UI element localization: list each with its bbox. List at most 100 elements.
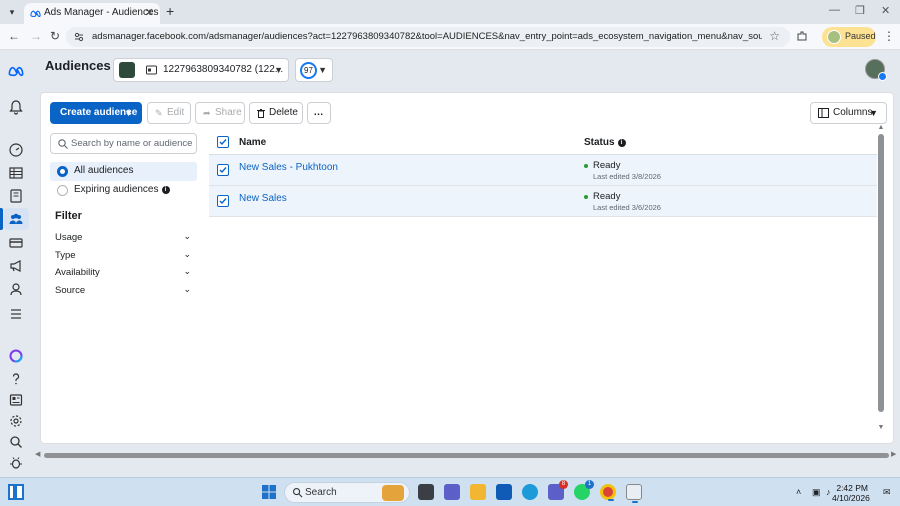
info-icon[interactable]: i [161, 186, 170, 194]
filter-source[interactable]: Source ⌄ [55, 284, 195, 300]
edit-button[interactable]: ✎ Edit [147, 102, 191, 124]
create-audience-button[interactable]: Create audience ▼ [50, 102, 142, 124]
table-header: Name Status i [209, 131, 877, 155]
teams-icon[interactable]: 8 [548, 480, 568, 500]
user-avatar[interactable] [865, 59, 887, 81]
restore-icon[interactable]: ❐ [855, 4, 865, 17]
browser-tab[interactable]: Ads Manager - Audiences ✕ [24, 3, 160, 24]
business-settings-icon[interactable] [8, 281, 24, 297]
browser-menu-icon[interactable]: ⋮ [883, 29, 895, 43]
info-icon[interactable]: i [617, 139, 626, 147]
network-icon[interactable]: ▣ [812, 487, 821, 498]
scroll-up-icon[interactable]: ▲ [877, 124, 885, 131]
all-tools-menu-icon[interactable] [8, 306, 24, 322]
status-dot [584, 164, 588, 168]
edge-browser-icon[interactable] [522, 484, 538, 500]
page-header: Audiences 1227963809340782 (122... ▼ 97 … [33, 50, 900, 92]
more-actions-button[interactable]: … [307, 102, 331, 124]
audience-name-link[interactable]: New Sales [239, 193, 287, 204]
tab-search-icon[interactable]: ▾ [4, 4, 20, 20]
select-all-checkbox[interactable] [217, 136, 229, 148]
bookmark-star-icon[interactable]: ☆ [769, 29, 780, 43]
active-app-indicator [632, 501, 638, 503]
ads-megaphone-icon[interactable] [8, 258, 24, 274]
help-icon[interactable] [8, 371, 24, 387]
audiences-icon[interactable] [8, 211, 24, 227]
ad-account-selector[interactable]: 1227963809340782 (122... ▼ [113, 58, 289, 82]
audience-name-link[interactable]: New Sales - Pukhtoon [239, 162, 338, 173]
filter-type[interactable]: Type ⌄ [55, 249, 195, 265]
view-all-audiences[interactable]: All audiences [50, 162, 197, 181]
campaigns-table-icon[interactable] [8, 165, 24, 181]
search-icon[interactable] [8, 434, 24, 450]
show-hidden-icons[interactable]: ˄ [796, 487, 801, 497]
notifications-icon[interactable] [8, 99, 24, 115]
whatsapp-icon[interactable]: 1 [574, 480, 594, 500]
notifications-bell-icon[interactable]: ✉ [883, 487, 891, 498]
bug-report-icon[interactable] [8, 455, 24, 471]
minimize-icon[interactable]: — [829, 4, 840, 16]
site-settings-icon[interactable] [74, 32, 84, 42]
check-icon [219, 198, 227, 205]
microsoft-store-icon[interactable] [496, 484, 512, 500]
view-label: All audiences [74, 165, 134, 176]
scroll-left-icon[interactable]: ◀ [35, 450, 40, 458]
share-arrow-icon: ➦ [203, 108, 211, 118]
taskbar-search[interactable]: Search [284, 482, 410, 503]
settings-gear-icon[interactable] [8, 413, 24, 429]
audiences-table: Name Status i New Sales - Pukhtoon Ready … [209, 131, 877, 431]
scrollbar-thumb[interactable] [878, 134, 884, 412]
status-dot [584, 195, 588, 199]
meta-ai-icon[interactable] [8, 348, 24, 364]
widgets-icon[interactable] [8, 484, 24, 500]
row-checkbox[interactable] [217, 164, 229, 176]
opportunity-score-button[interactable]: 97 ▼ [295, 58, 333, 82]
profile-paused-chip[interactable]: Paused [822, 27, 876, 47]
search-input[interactable] [71, 136, 195, 151]
notification-badge: 1 [585, 480, 594, 489]
forward-icon[interactable]: → [30, 29, 42, 43]
radio-unselected[interactable] [57, 185, 68, 196]
row-checkbox[interactable] [217, 195, 229, 207]
column-header-name[interactable]: Name [239, 137, 266, 148]
teams-chat-icon[interactable] [444, 484, 460, 500]
horizontal-scrollbar[interactable]: ◀ ▶ [33, 450, 900, 460]
audience-search[interactable] [50, 133, 197, 154]
share-button[interactable]: ➦ Share [195, 102, 245, 124]
table-row[interactable]: New Sales Ready Last edited 3/6/2026 [209, 186, 877, 217]
system-clock[interactable]: 2:42 PM 4/10/2026 [832, 483, 870, 503]
close-tab-icon[interactable]: ✕ [145, 6, 154, 19]
close-window-icon[interactable]: ✕ [881, 4, 890, 17]
table-row[interactable]: New Sales - Pukhtoon Ready Last edited 3… [209, 155, 877, 186]
billing-card-icon[interactable] [8, 235, 24, 251]
column-header-status-wrap[interactable]: Status i [584, 137, 626, 148]
new-tab-icon[interactable]: + [166, 3, 174, 19]
overview-dashboard-icon[interactable] [8, 142, 24, 158]
volume-icon[interactable]: ♪ [826, 487, 831, 497]
filter-availability[interactable]: Availability ⌄ [55, 266, 195, 282]
paused-label: Paused [845, 31, 876, 41]
vertical-scrollbar[interactable]: ▲ ▼ [877, 124, 885, 436]
snipping-tool-icon[interactable] [626, 484, 642, 503]
address-bar[interactable]: adsmanager.facebook.com/adsmanager/audie… [66, 27, 790, 47]
meta-logo-icon[interactable] [8, 63, 24, 79]
url-text[interactable]: adsmanager.facebook.com/adsmanager/audie… [92, 31, 762, 42]
file-explorer-icon[interactable] [470, 484, 486, 500]
scroll-right-icon[interactable]: ▶ [891, 450, 896, 458]
chevron-down-icon: ⌄ [183, 249, 191, 259]
extensions-icon[interactable] [796, 30, 808, 42]
task-view-icon[interactable] [418, 484, 434, 500]
scrollbar-thumb[interactable] [44, 453, 889, 458]
scroll-down-icon[interactable]: ▼ [877, 424, 885, 431]
back-icon[interactable]: ← [8, 29, 20, 43]
view-expiring-audiences[interactable]: Expiring audiences i [50, 181, 197, 200]
news-feed-icon[interactable] [8, 392, 24, 408]
delete-button[interactable]: Delete [249, 102, 303, 124]
catalog-icon[interactable] [8, 188, 24, 204]
radio-selected[interactable] [57, 166, 68, 177]
windows-start-icon[interactable] [262, 485, 276, 499]
reload-icon[interactable]: ↻ [50, 29, 60, 43]
chrome-icon[interactable] [600, 484, 616, 501]
filter-usage[interactable]: Usage ⌄ [55, 231, 195, 247]
columns-button[interactable]: Columns ▼ [810, 102, 887, 124]
